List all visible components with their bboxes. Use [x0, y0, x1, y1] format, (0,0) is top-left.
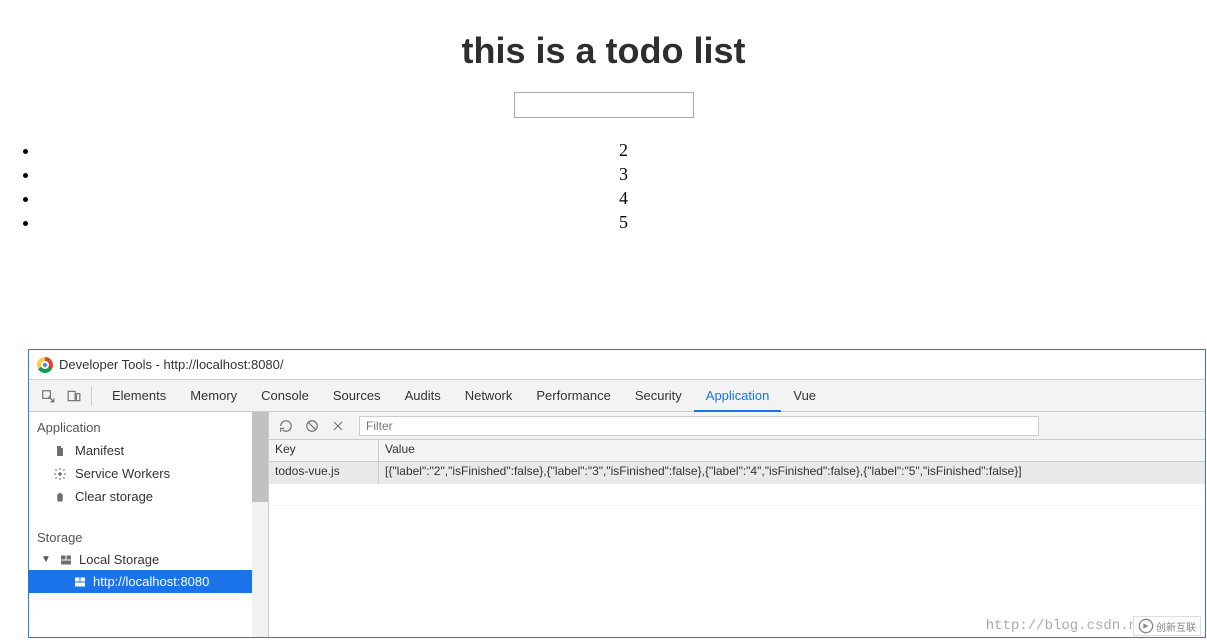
sidebar-item-label: Clear storage	[75, 489, 153, 504]
todo-input[interactable]	[514, 92, 694, 118]
sidebar-item-service-workers[interactable]: Service Workers	[29, 462, 268, 485]
clear-icon[interactable]	[301, 415, 323, 437]
sidebar-item-label: Local Storage	[79, 552, 159, 567]
table-row[interactable]: todos-vue.js [{"label":"2","isFinished":…	[269, 462, 1205, 484]
list-item: 5	[40, 210, 1207, 234]
storage-icon	[73, 575, 87, 589]
divider	[91, 387, 92, 405]
tab-audits[interactable]: Audits	[393, 380, 453, 412]
scrollbar-thumb[interactable]	[252, 412, 268, 502]
storage-toolbar	[269, 412, 1205, 440]
corner-badge: 创新互联	[1133, 616, 1201, 636]
sidebar-item-label: Manifest	[75, 443, 124, 458]
devtools-window: Developer Tools - http://localhost:8080/…	[28, 349, 1206, 638]
column-key[interactable]: Key	[269, 440, 379, 461]
column-value[interactable]: Value	[379, 440, 1205, 461]
web-page: this is a todo list 2 3 4 5	[0, 30, 1207, 348]
page-title: this is a todo list	[0, 30, 1207, 72]
devtools-titlebar: Developer Tools - http://localhost:8080/	[29, 350, 1205, 380]
refresh-icon[interactable]	[275, 415, 297, 437]
scrollbar[interactable]	[252, 412, 268, 637]
devtools-tabbar: Elements Memory Console Sources Audits N…	[29, 380, 1205, 412]
chevron-down-icon: ▼	[41, 554, 53, 565]
tab-security[interactable]: Security	[623, 380, 694, 412]
cell-value: [{"label":"2","isFinished":false},{"labe…	[379, 462, 1205, 483]
tab-vue[interactable]: Vue	[781, 380, 828, 412]
table-header: Key Value	[269, 440, 1205, 462]
sidebar-item-clear-storage[interactable]: Clear storage	[29, 485, 268, 508]
devtools-title-text: Developer Tools - http://localhost:8080/	[59, 350, 284, 380]
sidebar-item-label: http://localhost:8080	[93, 574, 209, 589]
chrome-icon	[37, 357, 53, 373]
sidebar-item-manifest[interactable]: Manifest	[29, 439, 268, 462]
filter-input[interactable]	[359, 416, 1039, 436]
trash-icon	[53, 490, 67, 504]
tab-network[interactable]: Network	[453, 380, 525, 412]
storage-icon	[59, 553, 73, 567]
list-item: 2	[40, 138, 1207, 162]
list-item: 3	[40, 162, 1207, 186]
file-icon	[53, 444, 67, 458]
application-sidebar: Application Manifest Service Workers Cle…	[29, 412, 269, 637]
storage-table: Key Value todos-vue.js [{"label":"2","is…	[269, 440, 1205, 506]
close-icon[interactable]	[327, 415, 349, 437]
device-toolbar-icon[interactable]	[61, 383, 87, 409]
sidebar-item-local-storage[interactable]: ▼ Local Storage	[29, 549, 268, 570]
tab-elements[interactable]: Elements	[100, 380, 178, 412]
gear-icon	[53, 467, 67, 481]
sidebar-section-application: Application	[29, 412, 268, 439]
tab-console[interactable]: Console	[249, 380, 321, 412]
list-item: 4	[40, 186, 1207, 210]
table-row[interactable]	[269, 484, 1205, 506]
corner-badge-text: 创新互联	[1156, 619, 1196, 634]
tab-application[interactable]: Application	[694, 380, 782, 412]
application-main: Key Value todos-vue.js [{"label":"2","is…	[269, 412, 1205, 637]
sidebar-item-localhost[interactable]: http://localhost:8080	[29, 570, 268, 593]
inspect-icon[interactable]	[35, 383, 61, 409]
tab-memory[interactable]: Memory	[178, 380, 249, 412]
sidebar-section-storage: Storage	[29, 522, 268, 549]
sidebar-item-label: Service Workers	[75, 466, 170, 481]
tab-performance[interactable]: Performance	[524, 380, 622, 412]
tab-sources[interactable]: Sources	[321, 380, 393, 412]
todo-list: 2 3 4 5	[0, 138, 1207, 234]
watermark-text: http://blog.csdn.n	[986, 618, 1137, 634]
cell-key: todos-vue.js	[269, 462, 379, 483]
